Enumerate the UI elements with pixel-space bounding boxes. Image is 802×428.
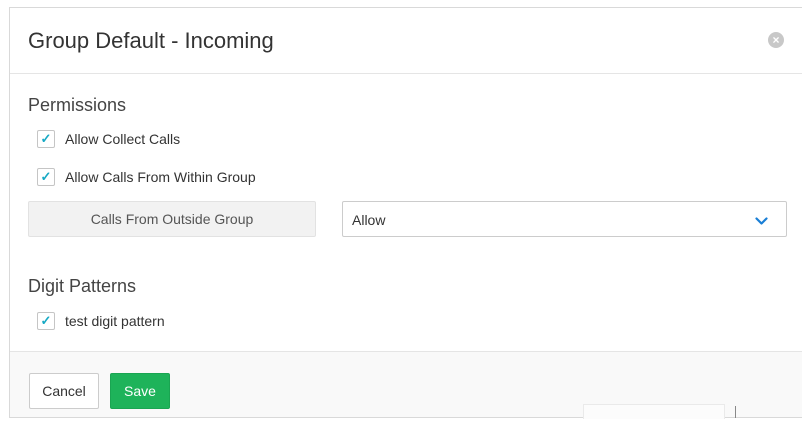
allow-calls-within-group-checkbox[interactable]: ✓ [37,168,55,186]
cancel-button[interactable]: Cancel [29,373,99,409]
allow-collect-calls-label: Allow Collect Calls [65,131,181,147]
calls-from-outside-group-label: Calls From Outside Group [28,201,316,237]
checkmark-icon: ✓ [40,169,52,184]
permissions-heading: Permissions [28,95,127,115]
chevron-down-icon [755,213,768,229]
allow-collect-calls-checkbox[interactable]: ✓ [37,130,55,148]
digit-patterns-heading: Digit Patterns [28,276,137,296]
checkmark-icon: ✓ [40,313,52,328]
faint-tooltip-overlay [583,404,725,419]
select-value: Allow [352,212,386,228]
save-button[interactable]: Save [110,373,170,409]
dialog-title: Group Default - Incoming [28,28,274,53]
text-cursor [735,406,736,418]
test-digit-pattern-checkbox[interactable]: ✓ [37,312,55,330]
allow-calls-within-group-label: Allow Calls From Within Group [65,169,256,185]
dialog-header: Group Default - Incoming × [10,8,802,74]
close-icon[interactable]: × [768,32,784,48]
allow-collect-calls-option[interactable]: ✓ Allow Collect Calls [37,128,180,150]
test-digit-pattern-label: test digit pattern [65,313,165,329]
calls-from-outside-group-select[interactable]: Allow [342,201,787,237]
allow-calls-within-group-option[interactable]: ✓ Allow Calls From Within Group [37,166,256,188]
checkmark-icon: ✓ [40,131,52,146]
group-default-incoming-dialog: Group Default - Incoming × Permissions ✓… [9,7,802,418]
test-digit-pattern-option[interactable]: ✓ test digit pattern [37,310,165,332]
